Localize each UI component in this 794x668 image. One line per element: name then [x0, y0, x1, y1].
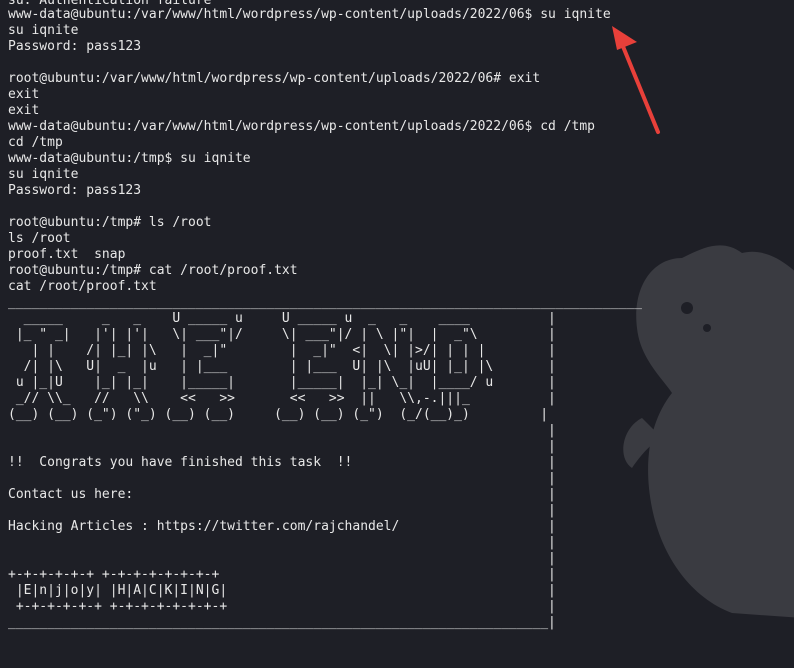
contact-line: Contact us here: | [8, 487, 556, 502]
hacking-articles-line: Hacking Articles : https://twitter.com/r… [8, 519, 556, 534]
terminal-line: root@ubuntu:/tmp# cat /root/proof.txt [8, 263, 298, 278]
ascii-box-line: | [8, 471, 556, 486]
terminal-line: exit [8, 87, 40, 102]
terminal-line: www-data@ubuntu:/tmp$ su iqnite [8, 151, 251, 166]
ascii-art-line: u |_|U |_| |_| |_____| |_____| |_| \_| |… [8, 375, 556, 390]
terminal-line: exit [8, 103, 40, 118]
ascii-box-line: | [8, 423, 556, 438]
ascii-box-line: | [8, 551, 556, 566]
ascii-box-line: | [8, 503, 556, 518]
ascii-art-line: /| |\ U| _ |u | |___ | |___ U| |\ |uU| |… [8, 359, 556, 374]
ascii-box-line: | [8, 535, 556, 550]
ascii-box-top: ________________________________________… [8, 295, 642, 310]
terminal-line: www-data@ubuntu:/var/www/html/wordpress/… [8, 7, 611, 22]
dragon-watermark-icon [623, 245, 794, 618]
ascii-art-line: | | /| |_| |\ | _|" | _|" <| \| |>/| | |… [8, 343, 556, 358]
terminal-line: www-data@ubuntu:/var/www/html/wordpress/… [8, 119, 595, 134]
ascii-art-line: _____ _ _ U _____ u U _____ u _ _ ____ | [8, 311, 556, 326]
enjoy-hacking-border: +-+-+-+-+-+ +-+-+-+-+-+-+-+ | [8, 567, 556, 582]
ascii-box-line: | [8, 439, 556, 454]
terminal-line: root@ubuntu:/var/www/html/wordpress/wp-c… [8, 71, 541, 86]
ascii-art-line: |_ " _| |'| |'| \| ___"|/ \| ___"|/ | \ … [8, 327, 556, 342]
terminal-window[interactable]: su: Authentication failure www-data@ubun… [0, 0, 794, 668]
terminal-line: cd /tmp [8, 135, 63, 150]
ascii-art-line: _// \\_ // \\ << >> << >> || \\,-.|||_ | [8, 391, 556, 406]
terminal-line: Password: pass123 [8, 183, 142, 198]
terminal-line: su iqnite [8, 167, 79, 182]
terminal-line: ls /root [8, 231, 71, 246]
terminal-line: Password: pass123 [8, 39, 142, 54]
terminal-line: proof.txt snap [8, 247, 126, 262]
enjoy-hacking-text: |E|n|j|o|y| |H|A|C|K|I|N|G| | [8, 583, 556, 598]
congrats-message: !! Congrats you have finished this task … [8, 455, 556, 470]
ascii-art-line: (__) (__) (_") ("_) (__) (__) (__) (__) … [8, 407, 549, 422]
enjoy-hacking-border: +-+-+-+-+-+ +-+-+-+-+-+-+-+ | [8, 599, 556, 614]
terminal-line: root@ubuntu:/tmp# ls /root [8, 215, 212, 230]
ascii-box-bottom: ________________________________________… [8, 615, 556, 630]
terminal-line: cat /root/proof.txt [8, 279, 157, 294]
terminal-line: su iqnite [8, 23, 79, 38]
